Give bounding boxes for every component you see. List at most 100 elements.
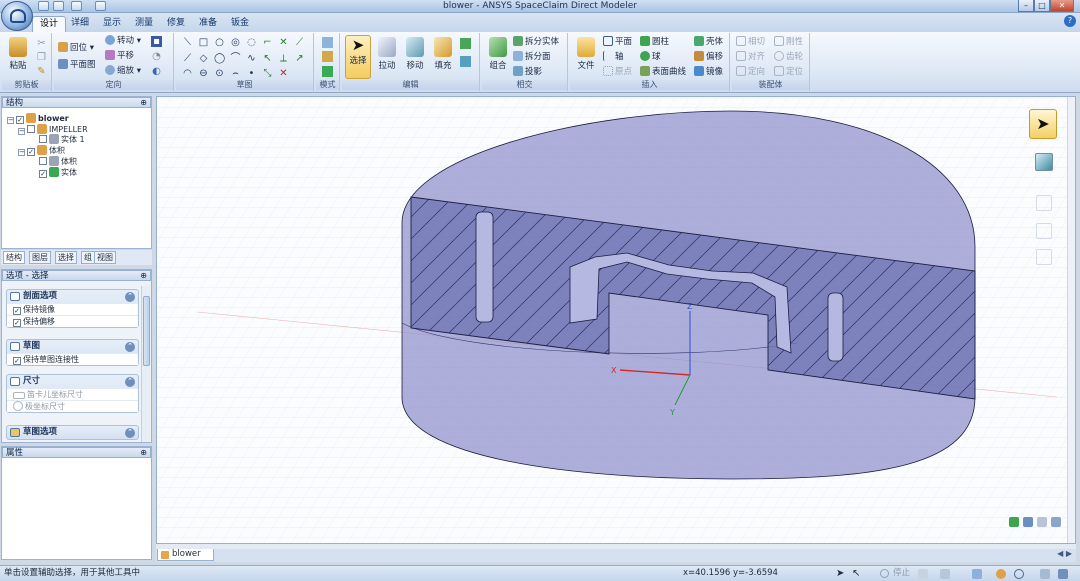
cylinder-button[interactable]: 圆柱 — [640, 36, 669, 48]
stop-icon[interactable] — [880, 569, 889, 578]
spline-tool-icon[interactable]: ∿ — [246, 53, 257, 64]
tree-item-body-1[interactable]: 实体 1 — [39, 134, 85, 145]
home-button[interactable]: 回位 ▾ — [58, 42, 94, 54]
tab-views[interactable]: 视图 — [94, 251, 116, 264]
collapse-toggle-icon[interactable]: − — [18, 149, 25, 156]
select-arrow-status-icon[interactable]: ➤ — [836, 569, 846, 579]
align-button[interactable]: 对齐 — [736, 51, 765, 63]
display-surface-icon[interactable] — [1023, 517, 1033, 527]
visibility-checkbox[interactable]: ✓ — [39, 170, 47, 178]
arc-tool-icon[interactable]: ⌒ — [230, 53, 241, 64]
pan-button[interactable]: 平移 — [105, 50, 134, 62]
save-icon[interactable] — [53, 1, 64, 11]
replace-icon[interactable] — [460, 56, 471, 67]
application-menu-button[interactable] — [1, 1, 33, 31]
pull-button[interactable]: 拉动 — [374, 37, 400, 71]
view-cube-icon[interactable]: ▪ — [151, 36, 162, 47]
three-point-arc-icon[interactable]: ⌢ — [230, 68, 241, 79]
file-button[interactable]: 文件 — [573, 37, 599, 71]
visibility-checkbox[interactable]: ✓ — [16, 116, 24, 124]
zoom-button[interactable]: 缩放 ▾ — [105, 65, 141, 77]
cursor-mode-icon[interactable]: ↖ — [852, 569, 862, 579]
redo-icon[interactable] — [95, 1, 106, 11]
checkbox[interactable]: ✓ — [13, 319, 21, 327]
collapse-icon[interactable]: ⌃ — [125, 428, 135, 438]
gear-button[interactable]: 齿轮 — [774, 51, 803, 63]
display-style-icon[interactable] — [972, 569, 982, 579]
plane-button[interactable]: 平面 — [603, 36, 632, 48]
tab-prepare[interactable]: 准备 — [192, 16, 224, 32]
polar-dimension-option[interactable]: 极坐标尺寸 — [7, 400, 138, 412]
maximize-button[interactable]: □ — [1034, 0, 1050, 12]
tab-selection[interactable]: 选择 — [55, 251, 77, 264]
axis-button[interactable]: 轴 — [603, 51, 624, 63]
plan-view-button[interactable]: 平面图 — [58, 59, 96, 71]
section-options-header[interactable]: 剖面选项 ⌃ — [7, 290, 138, 303]
tab-repair[interactable]: 修复 — [160, 16, 192, 32]
sketch-mode-icon[interactable] — [322, 37, 333, 48]
tab-design[interactable]: 设计 — [32, 16, 67, 32]
circle3pt-tool-icon[interactable]: ◎ — [230, 37, 241, 48]
options-scrollbar[interactable] — [141, 286, 150, 442]
visibility-checkbox[interactable] — [39, 135, 47, 143]
tangent-line-icon[interactable]: ⟋ — [182, 53, 193, 64]
style-icon[interactable]: ◔ — [151, 51, 162, 62]
document-tab-blower[interactable]: blower — [157, 549, 214, 561]
bend-icon[interactable]: ↗ — [294, 53, 305, 64]
tab-detail[interactable]: 详细 — [64, 16, 96, 32]
select-mode-button[interactable]: ➤ — [1029, 109, 1057, 139]
line-tool-icon[interactable]: ⟍ — [182, 37, 193, 48]
zoom-status-icon[interactable] — [1014, 569, 1024, 579]
scrollbar-thumb[interactable] — [143, 296, 150, 366]
offset-button[interactable]: 偏移 — [694, 51, 723, 63]
collapse-toggle-icon[interactable]: − — [18, 128, 25, 135]
extend-icon[interactable]: ⟂ — [278, 53, 289, 64]
move-grid-icon[interactable]: ↖ — [262, 53, 273, 64]
pin-icon[interactable]: ⊕ — [140, 448, 147, 458]
dashed-circle-icon[interactable]: ◌ — [246, 37, 257, 48]
open-icon[interactable] — [38, 1, 49, 11]
sphere-button[interactable]: 球 — [640, 51, 661, 63]
collapse-icon[interactable]: ⌃ — [125, 377, 135, 387]
visibility-checkbox[interactable]: ✓ — [27, 148, 35, 156]
keep-mirror-option[interactable]: ✓ 保持镜像 — [7, 303, 138, 315]
undo-icon[interactable] — [71, 1, 82, 11]
tree-item-volume-body[interactable]: 体积 — [39, 156, 77, 167]
orient-constraint-button[interactable]: 定向 — [736, 66, 765, 78]
graphics-icon[interactable]: ◐ — [151, 66, 162, 77]
view-toolbar-icon[interactable] — [1035, 153, 1053, 171]
tree-item-blower[interactable]: − ✓ blower — [7, 113, 69, 124]
move-button[interactable]: 移动 — [402, 37, 428, 71]
rectangle-tool-icon[interactable]: □ — [198, 37, 209, 48]
copy-icon[interactable]: ❐ — [36, 52, 47, 63]
fill-button[interactable]: 填充 — [430, 37, 456, 71]
tree-item-solid[interactable]: ✓ 实体 — [39, 167, 77, 178]
origin-button[interactable]: 原点 — [603, 66, 632, 78]
rigid-button[interactable]: 刚性 — [774, 36, 803, 48]
tab-display[interactable]: 显示 — [96, 16, 128, 32]
close-button[interactable]: ✕ — [1050, 0, 1074, 12]
collapse-icon[interactable]: ⌃ — [125, 292, 135, 302]
doc-tab-nav[interactable]: ◀ ▶ — [1057, 549, 1072, 558]
combine-button[interactable]: 组合 — [485, 37, 511, 71]
collapse-toggle-icon[interactable]: − — [7, 117, 14, 124]
polygon-tool-icon[interactable]: ◇ — [198, 53, 209, 64]
spin-button[interactable]: 转动 ▾ — [105, 35, 141, 47]
model-canvas[interactable]: Z X Y — [157, 97, 1076, 544]
tangent-button[interactable]: 相切 — [736, 36, 765, 48]
shell-button[interactable]: 壳体 — [694, 36, 723, 48]
cut-icon[interactable]: ✂ — [36, 38, 47, 49]
sketch-status-icon[interactable] — [1040, 569, 1050, 579]
minimize-button[interactable]: – — [1018, 0, 1034, 12]
ellipse-small-icon[interactable]: ⊖ — [198, 68, 209, 79]
circle-tool-icon[interactable]: ○ — [214, 37, 225, 48]
checkbox[interactable]: ✓ — [13, 357, 21, 365]
tab-sheet-metal[interactable]: 钣金 — [224, 16, 256, 32]
section-mode-icon[interactable] — [322, 51, 333, 62]
layer-icon[interactable] — [940, 569, 950, 579]
ring-icon[interactable]: ⊙ — [214, 68, 225, 79]
tree-item-volume[interactable]: − ✓ 体积 — [18, 145, 65, 156]
offset-curve-icon[interactable]: ⟋ — [294, 37, 305, 48]
keep-sketch-connectivity-option[interactable]: ✓ 保持草图连接性 — [7, 353, 138, 365]
trim-tool-icon[interactable]: ✕ — [278, 37, 289, 48]
